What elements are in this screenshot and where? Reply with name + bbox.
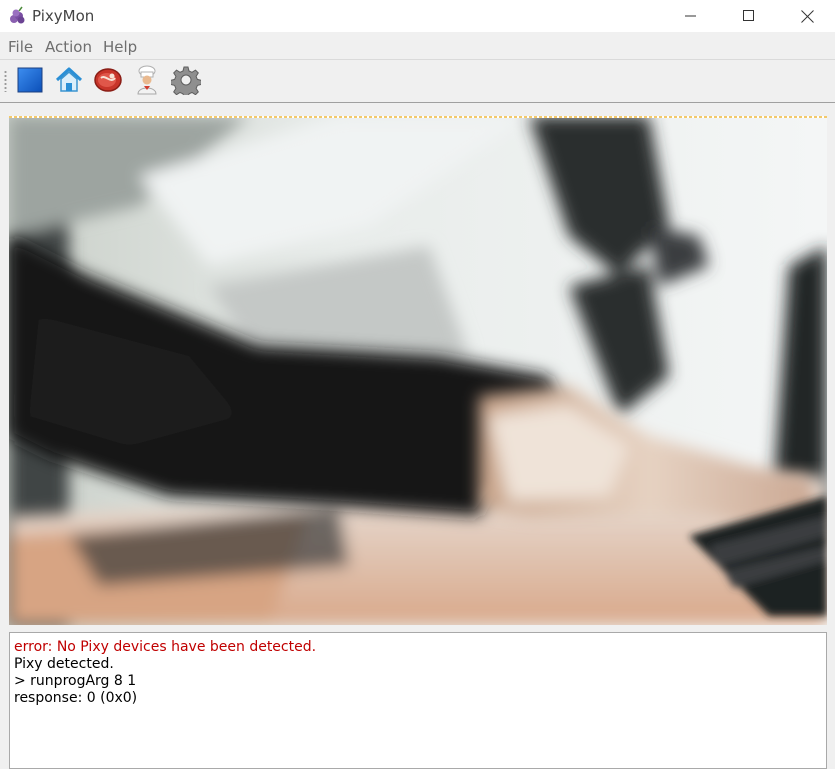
console-line: Pixy detected. (14, 656, 114, 672)
menu-help[interactable]: Help (103, 38, 137, 56)
cooked-video-chef-icon (137, 65, 157, 95)
title-bar: PixyMon (0, 0, 835, 32)
menu-file[interactable]: File (8, 38, 33, 56)
cooked-video-button[interactable] (131, 64, 163, 96)
settings-gear-icon (171, 66, 201, 95)
raw-video-meat-icon (94, 68, 122, 92)
toolbar-grip[interactable] (4, 70, 7, 92)
camera-feed-image (9, 116, 827, 625)
video-display[interactable] (9, 116, 827, 625)
toolbar (0, 60, 835, 103)
console-line: response: 0 (0x0) (14, 690, 138, 706)
window-title: PixyMon (32, 7, 95, 25)
maximize-button[interactable] (726, 0, 772, 32)
video-border-line (9, 116, 827, 118)
raw-video-button[interactable] (92, 64, 124, 96)
settings-button[interactable] (170, 64, 202, 96)
pixy-grape-icon (7, 6, 27, 26)
menu-bar: File Action Help (0, 33, 835, 60)
minimize-button[interactable] (668, 0, 714, 32)
home-button[interactable] (53, 64, 85, 96)
close-icon (800, 9, 814, 23)
close-button[interactable] (784, 0, 830, 32)
console-line-error: error: No Pixy devices have been detecte… (14, 639, 317, 655)
stop-square-icon (17, 67, 43, 93)
console-line: > runprogArg 8 1 (14, 673, 137, 689)
menu-action[interactable]: Action (45, 38, 92, 56)
console-output[interactable]: error: No Pixy devices have been detecte… (9, 632, 827, 769)
maximize-icon (743, 10, 754, 21)
home-icon (55, 67, 83, 92)
stop-button[interactable] (14, 64, 46, 96)
minimize-icon (685, 15, 696, 17)
